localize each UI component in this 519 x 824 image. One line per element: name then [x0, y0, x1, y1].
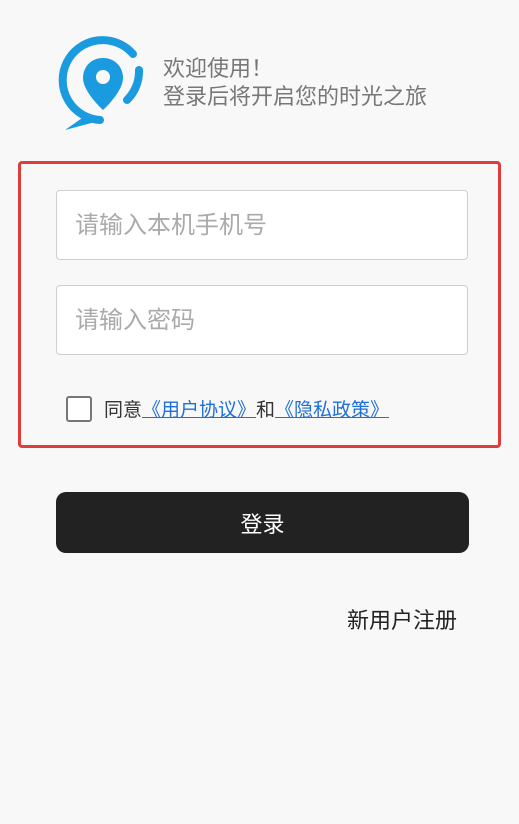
- welcome-title: 欢迎使用！: [163, 57, 274, 82]
- agreement-row: 同意 《用户协议》 和 《隐私政策》: [66, 395, 389, 422]
- app-logo-icon: [55, 36, 151, 132]
- password-input[interactable]: [56, 285, 468, 355]
- register-link[interactable]: 新用户注册: [347, 603, 457, 635]
- agree-and-text: 和: [256, 399, 276, 421]
- welcome-subtitle: 登录后将开启您的时光之旅: [163, 85, 428, 110]
- user-agreement-link[interactable]: 《用户协议》: [142, 395, 256, 422]
- agree-prefix-text: 同意: [104, 399, 143, 421]
- welcome-text: 欢迎使用！ 登录后将开启您的时光之旅: [163, 56, 427, 112]
- agree-checkbox[interactable]: [66, 395, 92, 422]
- privacy-policy-link[interactable]: 《隐私政策》: [275, 395, 389, 422]
- login-button[interactable]: 登录: [56, 492, 469, 553]
- phone-input[interactable]: [56, 190, 468, 260]
